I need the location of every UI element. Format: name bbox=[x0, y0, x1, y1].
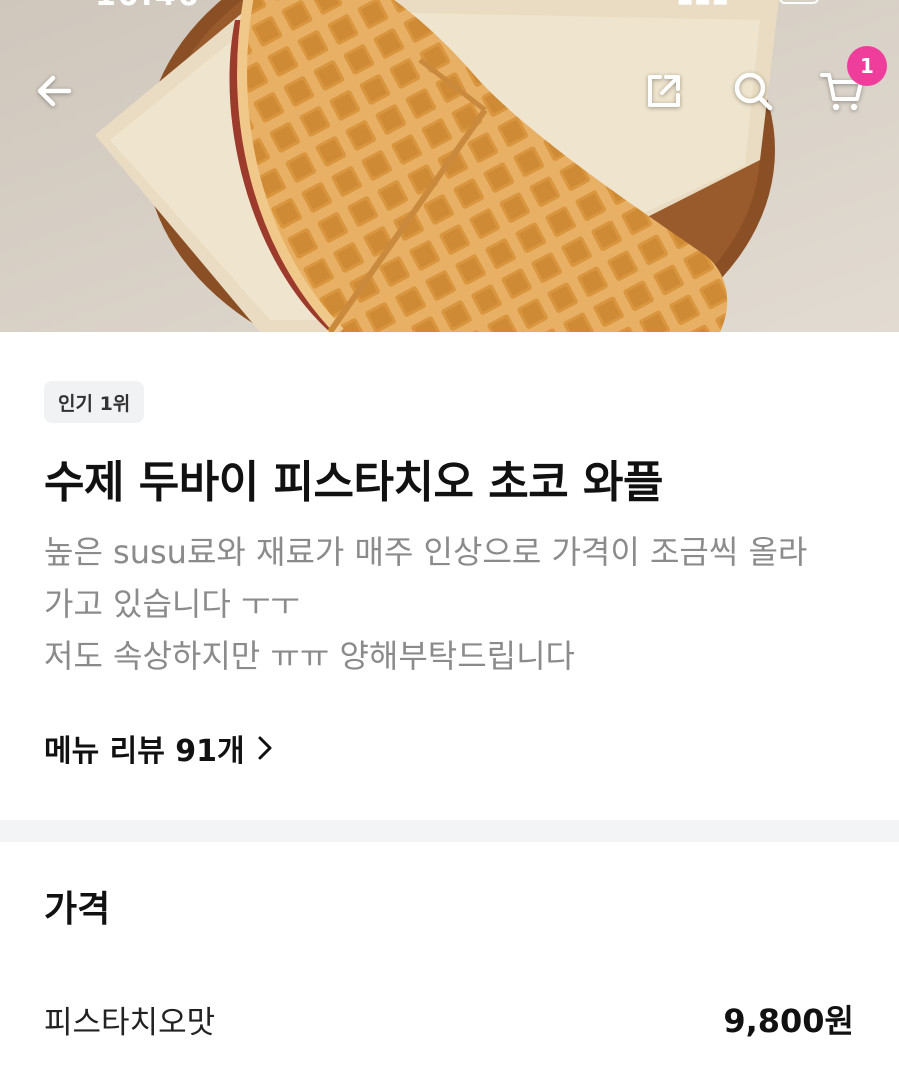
arrow-left-icon bbox=[37, 75, 72, 107]
price-section-heading: 가격 bbox=[44, 889, 111, 930]
description-line: 높은 susu료와 재료가 매주 인상으로 가격이 조금씩 올라 bbox=[44, 533, 808, 571]
cart-count-badge: 1 bbox=[847, 46, 887, 86]
battery-icon bbox=[779, 0, 819, 4]
search-icon bbox=[734, 72, 773, 111]
option-price: 9,800원 bbox=[723, 1002, 854, 1040]
price-option-row[interactable]: 피스타치오맛 9,800원 bbox=[44, 996, 854, 1042]
menu-review-link[interactable]: 메뉴 리뷰 91개 bbox=[44, 726, 273, 770]
popularity-rank-badge: 인기 1위 bbox=[44, 381, 145, 423]
status-clock: 10:46 bbox=[95, 0, 201, 13]
product-description: 높은 susu료와 재료가 매주 인상으로 가격이 조금씩 올라 가고 있습니다… bbox=[44, 526, 864, 682]
product-title: 수제 두바이 피스타치오 초코 와플 bbox=[44, 457, 664, 508]
waffle-photo bbox=[0, 0, 899, 332]
product-hero-image: 10:46 ▪▪▪ 1 bbox=[0, 0, 899, 332]
option-name: 피스타치오맛 bbox=[44, 1004, 216, 1041]
description-line: 저도 속상하지만 ㅠㅠ 양해부탁드립니다 bbox=[44, 637, 575, 675]
chevron-right-icon bbox=[257, 735, 273, 761]
section-divider bbox=[0, 820, 899, 842]
share-button[interactable] bbox=[635, 62, 693, 120]
description-line: 가고 있습니다 ㅜㅜ bbox=[44, 585, 300, 623]
search-button[interactable] bbox=[724, 62, 782, 120]
share-external-icon bbox=[648, 75, 680, 107]
review-link-label: 메뉴 리뷰 91개 bbox=[44, 734, 245, 769]
back-button[interactable] bbox=[25, 62, 83, 120]
signal-icon: ▪▪▪ bbox=[676, 0, 729, 12]
